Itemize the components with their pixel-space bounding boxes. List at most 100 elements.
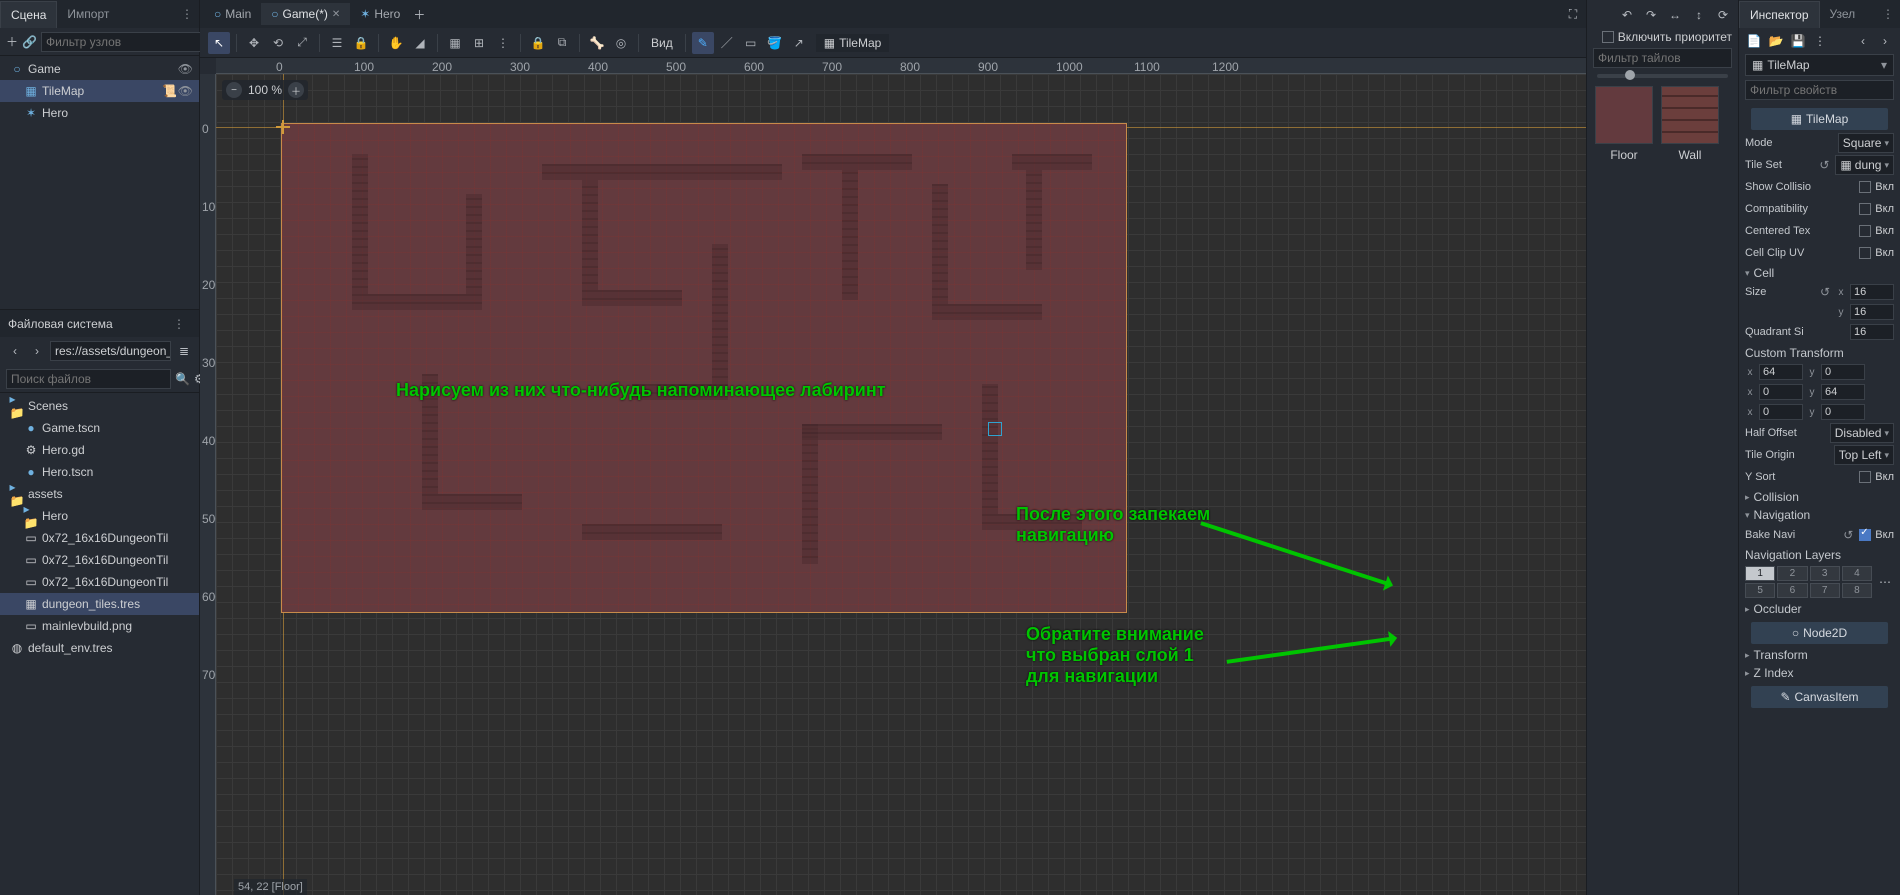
rotate-tool-icon[interactable]: ⟲ [267,32,289,54]
rotate-icon[interactable]: ⟳ [1714,6,1732,24]
panel-menu-icon[interactable]: ⋮ [175,7,199,21]
filesystem-search-input[interactable] [6,369,171,389]
open-scene-tab[interactable]: ○Game(*)✕ [261,3,350,25]
load-resource-icon[interactable]: 📂 [1767,32,1785,50]
group-navigation[interactable]: ▾Navigation [1745,506,1894,524]
tab-node[interactable]: Узел [1820,1,1866,27]
filesystem-item[interactable]: ▸📁Scenes [0,395,199,417]
search-icon[interactable]: 🔍 [175,370,190,388]
group-transform[interactable]: ▸Transform [1745,646,1894,664]
checkbox-icon[interactable] [1859,247,1871,259]
filesystem-item[interactable]: ●Game.tscn [0,417,199,439]
grid-snap-icon[interactable]: ⊞ [468,32,490,54]
panel-menu-icon[interactable]: ⋮ [1876,7,1900,21]
history-back-icon[interactable]: ‹ [1854,32,1872,50]
nav-layer-cell[interactable]: 1 [1745,566,1775,581]
nav-layer-cell[interactable]: 3 [1810,566,1840,581]
pivot-icon[interactable]: ◎ [610,32,632,54]
nav-layer-cell[interactable]: 7 [1810,583,1840,598]
scene-tree-node[interactable]: ▦TileMap📜👁 [0,80,199,102]
reset-icon[interactable]: ↺ [1818,285,1832,299]
ct-y3-input[interactable] [1821,404,1865,420]
filesystem-item[interactable]: ▭mainlevbuild.png [0,615,199,637]
undo-icon[interactable]: ↶ [1618,6,1636,24]
open-scene-tab[interactable]: ✶Hero [350,3,410,25]
tab-import[interactable]: Импорт [57,1,119,27]
nav-layer-cell[interactable]: 5 [1745,583,1775,598]
quadrant-input[interactable] [1850,324,1894,340]
filesystem-item[interactable]: ▭0x72_16x16DungeonTil [0,527,199,549]
inspector-menu-icon[interactable]: ⋮ [1811,32,1829,50]
ct-y2-input[interactable] [1821,384,1865,400]
filesystem-item[interactable]: ▦dungeon_tiles.tres [0,593,199,615]
view-menu[interactable]: Вид [645,36,679,50]
zoom-out-icon[interactable]: − [226,82,242,98]
prop-tile-origin-value[interactable]: Top Left▾ [1834,445,1894,465]
prop-mode-value[interactable]: Square▾ [1838,133,1894,153]
reset-icon[interactable]: ↺ [1841,528,1855,542]
snap-icon[interactable]: ▦ [444,32,466,54]
history-fwd-icon[interactable]: › [1876,32,1894,50]
tab-scene[interactable]: Сцена [0,1,57,28]
nav-layer-cell[interactable]: 2 [1777,566,1807,581]
move-tool-icon[interactable]: ✥ [243,32,265,54]
prop-tileset-value[interactable]: ▦dung▾ [1835,155,1894,175]
tile-zoom-slider[interactable] [1597,74,1728,78]
tilemap-bucket-icon[interactable]: 🪣 [764,32,786,54]
ct-y1-input[interactable] [1821,364,1865,380]
canvas-viewport[interactable]: − 100 % ＋ Нарисуем из них что-нибудь нап… [216,74,1586,895]
nav-layer-cell[interactable]: 4 [1842,566,1872,581]
filesystem-item[interactable]: ⚙Hero.gd [0,439,199,461]
tilemap-picker-icon[interactable]: ↗ [788,32,810,54]
size-x-input[interactable] [1850,284,1894,300]
script-icon[interactable]: 📜 [162,84,177,98]
tilemap-rect-icon[interactable]: ▭ [740,32,762,54]
bone-icon[interactable]: 🦴 [586,32,608,54]
list-select-icon[interactable]: ☰ [326,32,348,54]
tab-inspector[interactable]: Инспектор [1739,1,1820,28]
filesystem-menu-icon[interactable]: ⋮ [167,317,191,331]
lock-selection-icon[interactable]: 🔒 [350,32,372,54]
tilemap-line-icon[interactable]: ／ [716,32,738,54]
tile-filter-input[interactable] [1593,48,1732,68]
filesystem-item[interactable]: ▭0x72_16x16DungeonTil [0,549,199,571]
reset-icon[interactable]: ↺ [1817,158,1831,172]
size-y-input[interactable] [1850,304,1894,320]
nav-back-icon[interactable]: ‹ [6,342,24,360]
select-tool-icon[interactable]: ↖ [208,32,230,54]
ct-x3-input[interactable] [1759,404,1803,420]
filesystem-item[interactable]: ●Hero.tscn [0,461,199,483]
checkbox-icon[interactable] [1859,225,1871,237]
distraction-free-icon[interactable]: ⛶ [1564,5,1582,23]
lock-icon[interactable]: 🔒 [527,32,549,54]
ct-x2-input[interactable] [1759,384,1803,400]
tile-item[interactable]: Floor [1595,86,1653,162]
filesystem-item[interactable]: ▭0x72_16x16DungeonTil [0,571,199,593]
zoom-value[interactable]: 100 % [248,83,282,97]
section-node2d[interactable]: ○ Node2D [1751,622,1888,644]
ct-x1-input[interactable] [1759,364,1803,380]
tile-item[interactable]: Wall [1661,86,1719,162]
group-occluder[interactable]: ▸Occluder [1745,600,1894,618]
save-resource-icon[interactable]: 💾 [1789,32,1807,50]
enable-priority-toggle[interactable]: Включить приоритет [1587,30,1738,48]
visibility-icon[interactable]: 👁 [178,84,193,98]
nav-layer-cell[interactable]: 8 [1842,583,1872,598]
scale-tool-icon[interactable]: ⤢ [291,32,313,54]
section-canvas-item[interactable]: ✎ CanvasItem [1751,686,1888,708]
scene-filter-input[interactable] [41,32,206,52]
ruler-tool-icon[interactable]: ◢ [409,32,431,54]
prop-half-offset-value[interactable]: Disabled▾ [1830,423,1894,443]
nav-fwd-icon[interactable]: › [28,342,46,360]
tilemap-paint-icon[interactable]: ✎ [692,32,714,54]
filesystem-item[interactable]: ◍default_env.tres [0,637,199,659]
fs-split-icon[interactable]: ≣ [175,342,193,360]
group-z-index[interactable]: ▸Z Index [1745,664,1894,682]
group-cell[interactable]: ▾Cell [1745,264,1894,282]
add-tab-icon[interactable]: ＋ [410,5,428,23]
instance-icon[interactable]: 🔗 [22,33,37,51]
nav-layers-more-icon[interactable]: ⋯ [1876,573,1894,591]
filesystem-item[interactable]: ▸📁Hero [0,505,199,527]
checkbox-icon[interactable] [1859,203,1871,215]
snap-options-icon[interactable]: ⋮ [492,32,514,54]
